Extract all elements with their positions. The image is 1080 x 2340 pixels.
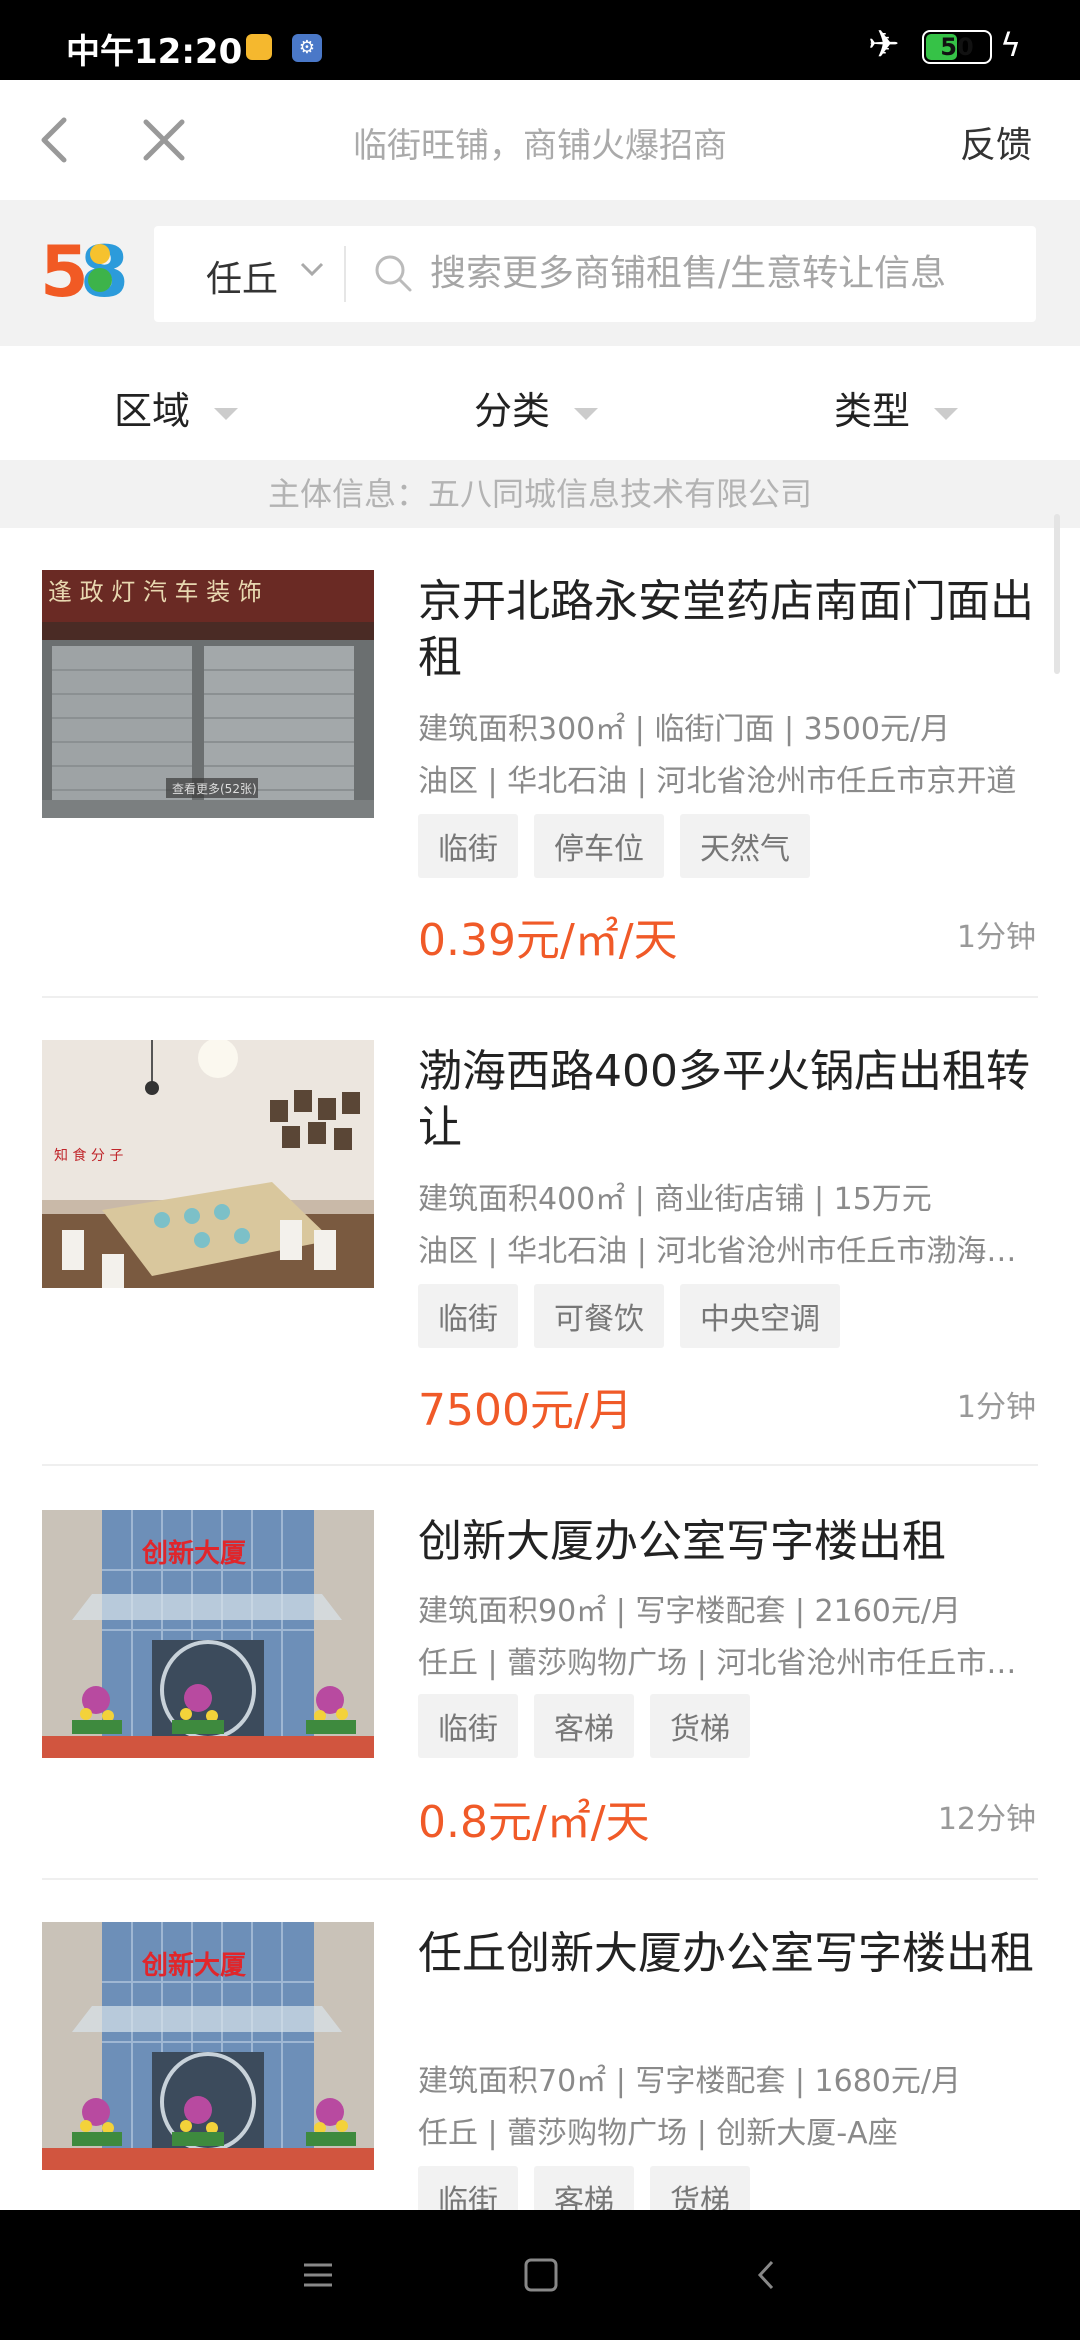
listing-title[interactable]: 京开北路永安堂药店南面门面出租 [418,574,1038,686]
tag: 客梯 [534,2166,634,2210]
tag: 客梯 [534,1694,634,1758]
airplane-icon: ✈ [868,22,900,66]
listing-meta: 建筑面积300㎡ | 临街门面 | 3500元/月 [418,712,951,747]
city-selector[interactable]: 任丘 [206,250,278,302]
search-area: 5 8 任丘 [0,200,1080,346]
divider [42,1878,1038,1880]
divider [344,246,346,302]
dropdown-arrow-icon [214,407,239,420]
building-sign-text: 创新大厦 [141,1950,246,1981]
listing-image[interactable]: 知 食 分 子 [42,1040,374,1288]
listing-list: 逢 政 灯 汽 车 装 饰 查看更多(52张) 京开北路永安堂药店南面门面出租 … [0,528,1080,2210]
feedback-button[interactable]: 反馈 [960,116,1032,168]
filter-bar: 区域 分类 类型 [0,346,1080,460]
listing-title[interactable]: 创新大厦办公室写字楼出租 [418,1514,1038,1570]
filter-region[interactable]: 区域 [114,380,239,435]
listing-meta: 建筑面积90㎡ | 写字楼配套 | 2160元/月 [418,1594,961,1629]
restaurant-sign-text: 知 食 分 子 [54,1147,123,1164]
listing-tags: 临街 可餐饮 中央空调 [418,1284,856,1348]
listing-image[interactable]: 创新大厦 [42,1922,374,2170]
search-input[interactable] [430,248,1020,298]
filter-label: 类型 [834,389,911,433]
top-nav: 临街旺铺，商铺火爆招商 反馈 [0,80,1080,200]
listing-address: 油区 | 华北石油 | 河北省沧州市任丘市京开道 [418,764,1017,799]
listing-address: 任丘 | 蕾莎购物广场 | 河北省沧州市任丘市… [418,1646,1017,1681]
page-title: 临街旺铺，商铺火爆招商 [353,126,727,166]
listing-time: 1分钟 [956,920,1036,955]
listing-tags: 临街 客梯 货梯 [418,1694,766,1758]
tag: 临街 [418,1284,518,1348]
tag: 货梯 [650,2166,750,2210]
listing-meta: 建筑面积400㎡ | 商业街店铺 | 15万元 [418,1182,932,1217]
tag: 临街 [418,814,518,878]
tag: 停车位 [534,814,664,878]
listing-meta: 建筑面积70㎡ | 写字楼配套 | 1680元/月 [418,2064,961,2099]
building-sign-text: 创新大厦 [141,1538,246,1569]
listing-time: 12分钟 [937,1802,1036,1837]
subject-info: 主体信息：五八同城信息技术有限公司 [0,460,1080,528]
tag: 天然气 [680,814,810,878]
charging-icon: ϟ [1000,26,1022,64]
search-icon [372,252,416,296]
back-icon[interactable] [28,110,88,170]
back-nav-icon[interactable] [742,2250,792,2300]
home-icon[interactable] [516,2250,566,2300]
tag: 临街 [418,1694,518,1758]
video-icon [246,34,272,60]
shop-sign-text: 逢 政 灯 汽 车 装 饰 [48,578,262,606]
filter-label: 区域 [114,389,191,433]
filter-type[interactable]: 类型 [834,380,959,435]
listing-address: 油区 | 华北石油 | 河北省沧州市任丘市渤海… [418,1234,1017,1269]
dropdown-arrow-icon [934,407,959,420]
search-box: 任丘 [154,226,1036,322]
battery-icon: 50 [922,30,992,64]
chevron-down-icon[interactable] [296,252,328,284]
dropdown-arrow-icon [574,407,599,420]
status-bar: 中午12:20 ⚙ ✈ 50 ϟ [0,0,1080,80]
battery-percent: 50 [940,33,974,61]
listing-price: 7500元/月 [418,1385,633,1436]
system-nav-bar [0,2210,1080,2340]
tag: 货梯 [650,1694,750,1758]
divider [42,996,1038,998]
listing-image[interactable]: 逢 政 灯 汽 车 装 饰 查看更多(52张) [42,570,374,818]
tag: 临街 [418,2166,518,2210]
filter-category[interactable]: 分类 [474,380,599,435]
settings-icon: ⚙ [292,34,322,62]
listing-title[interactable]: 任丘创新大厦办公室写字楼出租 [418,1926,1038,1982]
listing-price: 0.8元/㎡/天 [418,1797,650,1848]
tag: 中央空调 [680,1284,840,1348]
listing-address: 任丘 | 蕾莎购物广场 | 创新大厦-A座 [418,2116,898,2151]
filter-label: 分类 [474,389,551,433]
listing-tags: 临街 客梯 货梯 [418,2166,766,2210]
listing-price: 0.39元/㎡/天 [418,915,678,966]
listing-image[interactable]: 创新大厦 [42,1510,374,1758]
divider [42,1464,1038,1466]
tag: 可餐饮 [534,1284,664,1348]
status-time: 中午12:20 [66,32,243,72]
listing-time: 1分钟 [956,1390,1036,1425]
menu-icon[interactable] [292,2250,342,2300]
58-logo: 5 8 [40,230,129,313]
watermark-text: 查看更多(52张) [172,782,257,796]
listing-tags: 临街 停车位 天然气 [418,814,826,878]
listing-title[interactable]: 渤海西路400多平火锅店出租转让 [418,1044,1038,1156]
close-icon[interactable] [134,110,194,170]
